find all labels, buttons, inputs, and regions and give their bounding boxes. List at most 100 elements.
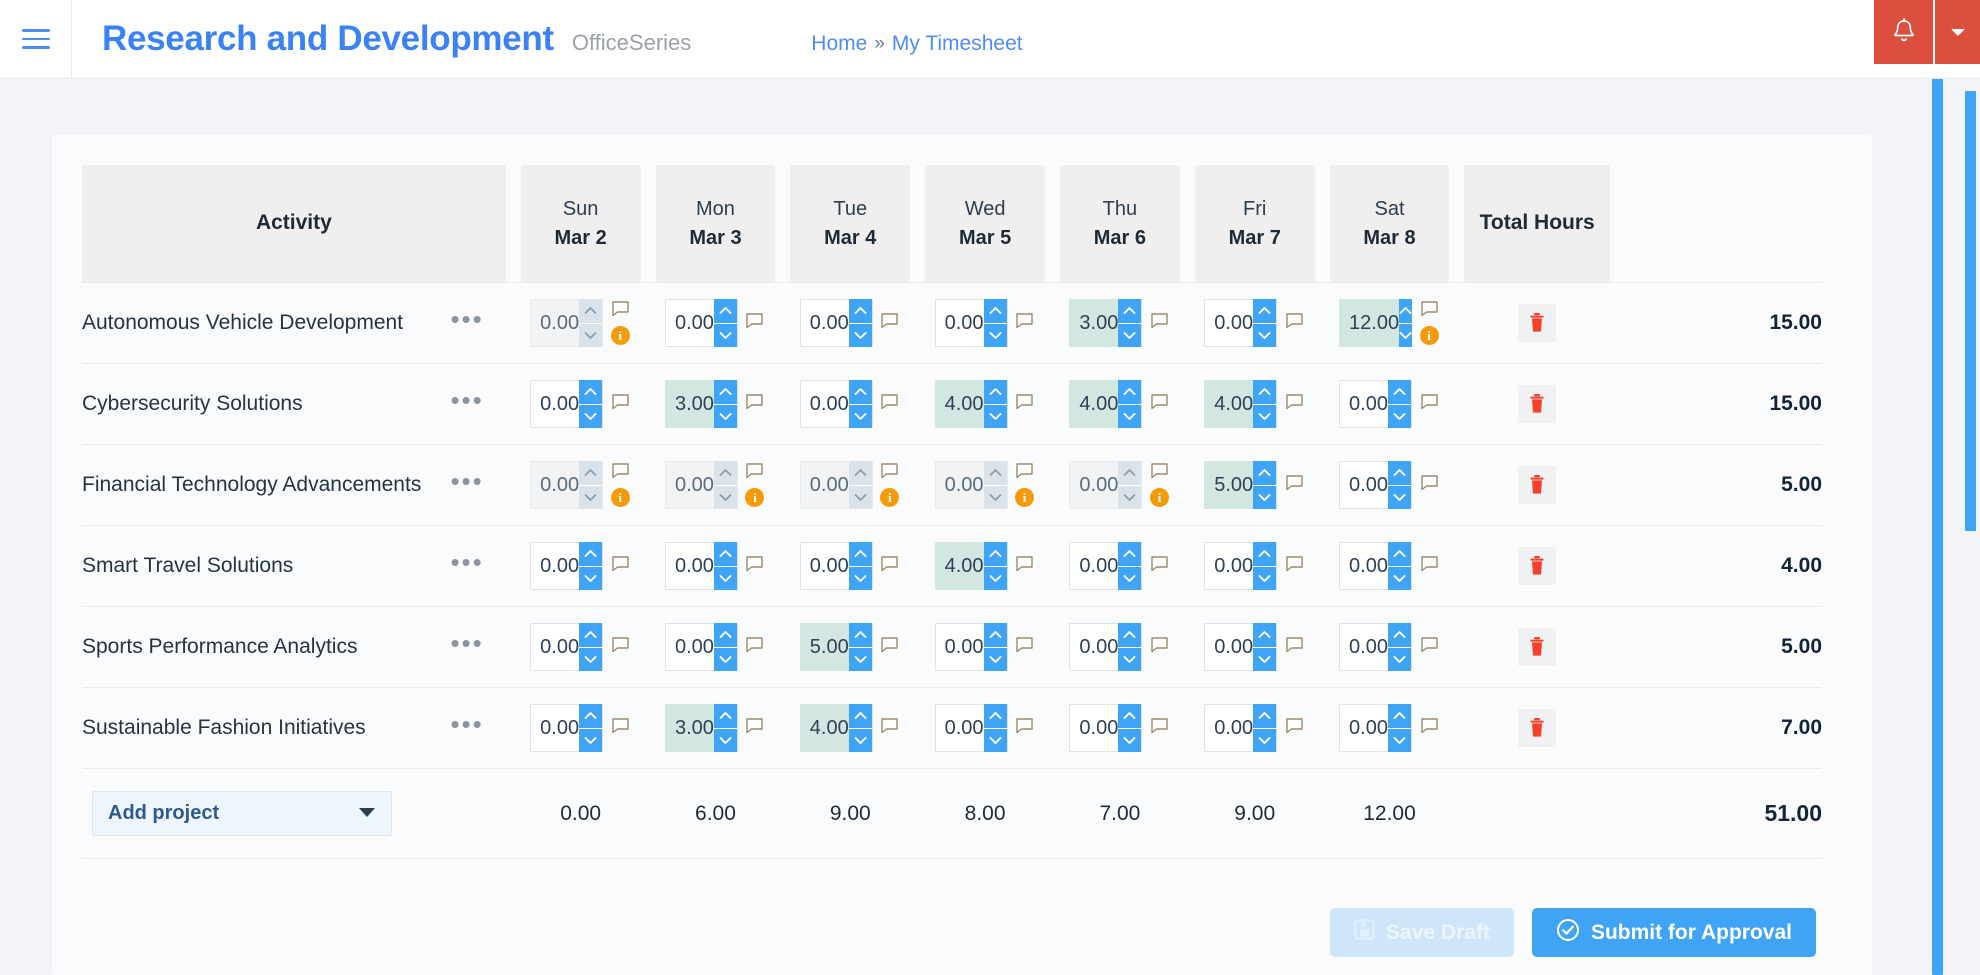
stepper-down-icon[interactable] bbox=[1387, 404, 1412, 428]
comment-icon[interactable] bbox=[881, 555, 898, 577]
stepper-up-icon[interactable] bbox=[1118, 623, 1142, 648]
inner-scrollbar-track[interactable] bbox=[1932, 79, 1943, 975]
stepper-down-icon[interactable] bbox=[579, 566, 603, 590]
ellipsis-icon[interactable]: ••• bbox=[450, 711, 483, 739]
info-badge-icon[interactable]: i bbox=[610, 488, 630, 507]
hours-stepper[interactable] bbox=[1387, 380, 1412, 428]
ellipsis-icon[interactable]: ••• bbox=[450, 468, 483, 496]
comment-icon[interactable] bbox=[1286, 555, 1303, 577]
info-badge-icon[interactable]: i bbox=[1419, 326, 1439, 345]
stepper-down-icon[interactable] bbox=[1253, 728, 1277, 752]
hours-stepper[interactable] bbox=[579, 623, 603, 671]
hours-stepper[interactable] bbox=[983, 623, 1007, 671]
stepper-down-icon[interactable] bbox=[713, 728, 737, 752]
stepper-up-icon[interactable] bbox=[1387, 380, 1412, 405]
stepper-up-icon[interactable] bbox=[1118, 542, 1142, 567]
hours-stepper[interactable] bbox=[1253, 461, 1277, 509]
stepper-down-icon[interactable] bbox=[1387, 728, 1412, 752]
comment-icon[interactable] bbox=[1016, 717, 1033, 739]
hours-input[interactable]: 0.00 bbox=[530, 704, 604, 752]
comment-icon[interactable] bbox=[1016, 463, 1033, 484]
stepper-down-icon[interactable] bbox=[713, 485, 737, 509]
page-scrollbar-track[interactable] bbox=[1965, 79, 1976, 975]
comment-icon[interactable] bbox=[1151, 555, 1168, 577]
stepper-down-icon[interactable] bbox=[848, 647, 872, 671]
stepper-up-icon[interactable] bbox=[713, 380, 737, 405]
stepper-up-icon[interactable] bbox=[1399, 299, 1413, 324]
hours-input[interactable]: 0.00 bbox=[1069, 623, 1143, 671]
stepper-up-icon[interactable] bbox=[848, 380, 872, 405]
comment-icon[interactable] bbox=[881, 717, 898, 739]
comment-icon[interactable] bbox=[1016, 636, 1033, 658]
breadcrumb-home[interactable]: Home bbox=[811, 32, 867, 56]
caret-down-icon[interactable] bbox=[358, 805, 376, 823]
hours-input[interactable]: 0.00 bbox=[1339, 704, 1413, 752]
comment-icon[interactable] bbox=[1420, 301, 1438, 322]
stepper-up-icon[interactable] bbox=[848, 623, 872, 648]
hours-input[interactable]: 0.00 bbox=[1204, 542, 1278, 590]
comment-icon[interactable] bbox=[1420, 717, 1438, 739]
hours-input[interactable]: 3.00 bbox=[664, 704, 738, 752]
stepper-up-icon[interactable] bbox=[579, 542, 603, 567]
stepper-up-icon[interactable] bbox=[1253, 542, 1277, 567]
stepper-up-icon[interactable] bbox=[848, 299, 872, 324]
stepper-up-icon[interactable] bbox=[713, 623, 737, 648]
hours-stepper[interactable] bbox=[1387, 461, 1412, 509]
hours-stepper[interactable] bbox=[848, 542, 872, 590]
hours-input[interactable]: 0.00 bbox=[530, 461, 604, 509]
stepper-down-icon[interactable] bbox=[983, 647, 1007, 671]
hours-stepper[interactable] bbox=[983, 299, 1007, 347]
hours-stepper[interactable] bbox=[848, 704, 872, 752]
stepper-down-icon[interactable] bbox=[983, 404, 1007, 428]
stepper-down-icon[interactable] bbox=[1253, 566, 1277, 590]
hours-input[interactable]: 4.00 bbox=[1069, 380, 1143, 428]
hours-stepper[interactable] bbox=[1118, 542, 1142, 590]
hours-input[interactable]: 0.00 bbox=[1339, 461, 1413, 509]
stepper-down-icon[interactable] bbox=[1399, 323, 1413, 347]
comment-icon[interactable] bbox=[1286, 393, 1303, 415]
comment-icon[interactable] bbox=[746, 393, 764, 415]
hours-input[interactable]: 0.00 bbox=[530, 542, 604, 590]
hours-stepper[interactable] bbox=[579, 380, 603, 428]
hours-stepper[interactable] bbox=[1399, 299, 1413, 347]
stepper-down-icon[interactable] bbox=[1118, 728, 1142, 752]
trash-icon[interactable] bbox=[1518, 466, 1557, 504]
comment-icon[interactable] bbox=[1420, 393, 1438, 415]
stepper-up-icon[interactable] bbox=[1253, 704, 1277, 729]
stepper-down-icon[interactable] bbox=[848, 566, 872, 590]
stepper-up-icon[interactable] bbox=[983, 380, 1007, 405]
comment-icon[interactable] bbox=[881, 312, 898, 334]
hours-input[interactable]: 4.00 bbox=[934, 380, 1008, 428]
hours-stepper[interactable] bbox=[713, 299, 737, 347]
comment-icon[interactable] bbox=[746, 636, 764, 658]
hours-input[interactable]: 0.00 bbox=[934, 623, 1008, 671]
hours-stepper[interactable] bbox=[848, 461, 872, 509]
comment-icon[interactable] bbox=[611, 301, 629, 322]
stepper-up-icon[interactable] bbox=[1387, 623, 1412, 648]
ellipsis-icon[interactable]: ••• bbox=[450, 630, 483, 658]
hours-input[interactable]: 4.00 bbox=[1204, 380, 1278, 428]
stepper-up-icon[interactable] bbox=[713, 542, 737, 567]
stepper-down-icon[interactable] bbox=[713, 647, 737, 671]
stepper-down-icon[interactable] bbox=[1253, 323, 1277, 347]
hours-stepper[interactable] bbox=[983, 704, 1007, 752]
hours-stepper[interactable] bbox=[848, 299, 872, 347]
hours-input[interactable]: 0.00 bbox=[1204, 299, 1278, 347]
comment-icon[interactable] bbox=[746, 463, 764, 484]
stepper-down-icon[interactable] bbox=[579, 728, 603, 752]
stepper-down-icon[interactable] bbox=[1253, 485, 1277, 509]
hours-input[interactable]: 0.00 bbox=[1069, 704, 1143, 752]
stepper-up-icon[interactable] bbox=[1253, 461, 1277, 486]
hours-input[interactable]: 0.00 bbox=[530, 380, 604, 428]
stepper-down-icon[interactable] bbox=[1118, 485, 1142, 509]
comment-icon[interactable] bbox=[746, 555, 764, 577]
hours-input[interactable]: 3.00 bbox=[664, 380, 738, 428]
hours-stepper[interactable] bbox=[1387, 704, 1412, 752]
hours-input[interactable]: 0.00 bbox=[799, 542, 873, 590]
caret-down-icon[interactable] bbox=[1933, 0, 1980, 64]
comment-icon[interactable] bbox=[746, 312, 764, 334]
hours-input[interactable]: 0.00 bbox=[664, 623, 738, 671]
hours-stepper[interactable] bbox=[1387, 542, 1412, 590]
hours-input[interactable]: 4.00 bbox=[934, 542, 1008, 590]
hours-input[interactable]: 0.00 bbox=[1339, 623, 1413, 671]
